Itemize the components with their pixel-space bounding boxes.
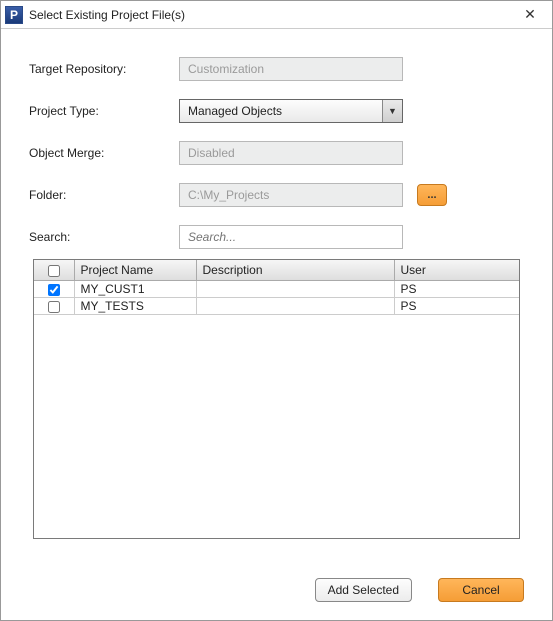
cell-project-name: MY_TESTS <box>74 298 196 315</box>
cell-user: PS <box>394 281 519 298</box>
table-row[interactable]: MY_TESTS PS <box>34 298 519 315</box>
table-row[interactable]: MY_CUST1 PS <box>34 281 519 298</box>
select-all-checkbox[interactable] <box>48 265 60 277</box>
folder-label: Folder: <box>29 188 179 202</box>
add-selected-button[interactable]: Add Selected <box>315 578 412 602</box>
object-merge-field: Disabled <box>179 141 403 165</box>
cancel-button[interactable]: Cancel <box>438 578 524 602</box>
object-merge-label: Object Merge: <box>29 146 179 160</box>
target-repository-label: Target Repository: <box>29 62 179 76</box>
target-repository-value: Customization <box>188 62 264 76</box>
search-label: Search: <box>29 230 179 244</box>
row-checkbox[interactable] <box>48 301 60 313</box>
column-header-checkbox[interactable] <box>34 260 74 281</box>
cell-description <box>196 281 394 298</box>
close-icon[interactable]: ✕ <box>516 4 544 26</box>
cell-user: PS <box>394 298 519 315</box>
cell-description <box>196 298 394 315</box>
app-icon: P <box>5 6 23 24</box>
project-type-label: Project Type: <box>29 104 179 118</box>
row-checkbox-cell[interactable] <box>34 298 74 315</box>
folder-browse-button[interactable]: ... <box>417 184 447 206</box>
target-repository-field: Customization <box>179 57 403 81</box>
column-header-project-name[interactable]: Project Name <box>74 260 196 281</box>
window-title: Select Existing Project File(s) <box>29 8 516 22</box>
cell-project-name: MY_CUST1 <box>74 281 196 298</box>
object-merge-value: Disabled <box>188 146 235 160</box>
folder-field: C:\My_Projects <box>179 183 403 207</box>
chevron-down-icon: ▼ <box>382 100 402 122</box>
projects-table: Project Name Description User MY_CUST1 PS… <box>33 259 520 539</box>
folder-value: C:\My_Projects <box>188 188 269 202</box>
column-header-user[interactable]: User <box>394 260 519 281</box>
row-checkbox-cell[interactable] <box>34 281 74 298</box>
row-checkbox[interactable] <box>48 284 60 296</box>
search-input[interactable] <box>179 225 403 249</box>
project-type-select[interactable]: Managed Objects ▼ <box>179 99 403 123</box>
project-type-value: Managed Objects <box>188 104 282 118</box>
column-header-description[interactable]: Description <box>196 260 394 281</box>
